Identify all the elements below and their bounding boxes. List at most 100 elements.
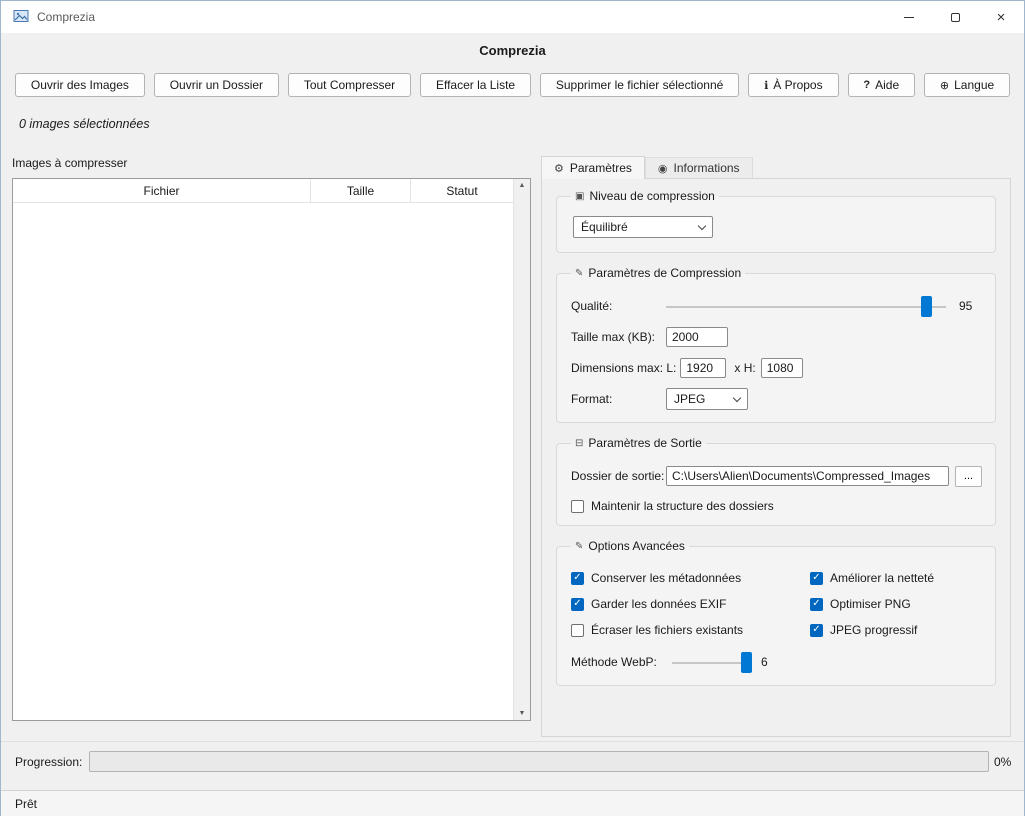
titlebar-left: Comprezia <box>1 8 95 27</box>
keep-metadata-checkbox[interactable]: Conserver les métadonnées <box>571 571 808 585</box>
file-list-label: Images à compresser <box>12 156 128 170</box>
compression-level-legend: ▣ Niveau de compression <box>571 189 719 203</box>
minimize-icon <box>904 16 914 18</box>
compression-params-group: ✎ Paramètres de Compression Qualité: 95 … <box>556 266 996 423</box>
sharpen-label: Améliorer la netteté <box>830 571 935 585</box>
open-folder-label: Ouvrir un Dossier <box>169 78 264 92</box>
compress-all-button[interactable]: Tout Compresser <box>287 73 412 97</box>
quality-slider[interactable] <box>666 295 946 317</box>
globe-icon: ⊕ <box>939 79 950 92</box>
help-label: Aide <box>875 78 900 92</box>
clear-list-button[interactable]: Effacer la Liste <box>420 73 531 97</box>
max-width-input[interactable] <box>680 358 727 378</box>
max-size-row: Taille max (KB): <box>571 326 983 348</box>
open-images-label: Ouvrir des Images <box>30 78 129 92</box>
dimensions-row: Dimensions max: L: x H: <box>571 357 983 379</box>
scroll-up-icon[interactable]: ▲ <box>519 182 526 189</box>
gear-icon: ⚙ <box>554 162 564 175</box>
tab-parametres[interactable]: ⚙ Paramètres <box>541 156 645 179</box>
keep-exif-label: Garder les données EXIF <box>591 597 727 611</box>
webp-slider-track <box>672 661 752 664</box>
tab-parametres-label: Paramètres <box>569 161 632 175</box>
app-heading: Comprezia <box>479 43 546 58</box>
open-images-button[interactable]: Ouvrir des Images <box>15 73 145 97</box>
sharpen-checkbox[interactable]: Améliorer la netteté <box>810 571 983 585</box>
window-title: Comprezia <box>37 10 96 24</box>
quality-value: 95 <box>959 299 973 313</box>
compression-group-icon: ✎ <box>575 267 584 279</box>
webp-method-row: Méthode WebP: 6 <box>571 651 983 673</box>
output-dir-input[interactable] <box>666 466 949 486</box>
level-group-icon: ▣ <box>575 190 585 202</box>
quality-label: Qualité: <box>571 299 613 313</box>
minimize-button[interactable] <box>886 1 932 33</box>
max-size-label: Taille max (KB): <box>571 330 656 344</box>
keep-metadata-label: Conserver les métadonnées <box>591 571 742 585</box>
language-button[interactable]: ⊕ Langue <box>924 73 1011 97</box>
column-header-taille[interactable]: Taille <box>311 179 411 202</box>
webp-slider-thumb[interactable] <box>741 651 752 673</box>
file-table-header: Fichier Taille Statut <box>13 179 513 203</box>
remove-selected-button[interactable]: Supprimer le fichier sélectionné <box>540 73 740 97</box>
separator <box>1 741 1024 742</box>
webp-method-slider[interactable] <box>672 651 752 673</box>
compression-level-select[interactable]: Équilibré <box>573 216 713 238</box>
app-window: Comprezia × Comprezia Ouvrir des Images … <box>0 0 1025 816</box>
close-icon: × <box>996 8 1006 26</box>
checkbox-icon <box>810 597 823 611</box>
format-row: Format: JPEG <box>571 388 983 410</box>
chevron-down-icon <box>732 393 742 402</box>
maximize-button[interactable] <box>932 1 978 33</box>
quality-row: Qualité: 95 <box>571 295 983 317</box>
keep-structure-label: Maintenir la structure des dossiers <box>591 499 774 513</box>
advanced-options-legend: ✎ Options Avancées <box>571 539 689 553</box>
progress-label: Progression: <box>15 755 83 769</box>
compression-level-value: Équilibré <box>581 220 628 234</box>
compression-level-title: Niveau de compression <box>589 189 715 203</box>
format-label: Format: <box>571 392 613 406</box>
advanced-options-title: Options Avancées <box>588 539 685 553</box>
info-icon: ℹ <box>764 79 769 92</box>
max-height-input[interactable] <box>760 358 803 378</box>
language-label: Langue <box>954 78 995 92</box>
about-button[interactable]: ℹ À Propos <box>748 73 839 97</box>
progressive-jpeg-label: JPEG progressif <box>830 623 918 637</box>
advanced-options-group: ✎ Options Avancées Conserver les métadon… <box>556 539 996 686</box>
tab-informations-label: Informations <box>673 161 740 175</box>
chevron-down-icon <box>697 221 707 230</box>
clear-list-label: Effacer la Liste <box>435 78 516 92</box>
close-button[interactable]: × <box>978 1 1024 33</box>
output-params-group: ⊟ Paramètres de Sortie Dossier de sortie… <box>556 436 996 526</box>
vertical-scrollbar[interactable]: ▲ ▼ <box>513 179 530 720</box>
output-params-legend: ⊟ Paramètres de Sortie <box>571 436 706 450</box>
format-select[interactable]: JPEG <box>666 388 748 410</box>
help-button[interactable]: ? Aide <box>847 73 916 97</box>
progressive-jpeg-checkbox[interactable]: JPEG progressif <box>810 623 983 637</box>
webp-method-value: 6 <box>761 655 768 669</box>
checkbox-icon <box>571 571 584 585</box>
scroll-down-icon[interactable]: ▼ <box>519 710 526 717</box>
compression-params-title: Paramètres de Compression <box>588 266 742 280</box>
checkbox-icon <box>571 499 584 513</box>
output-group-icon: ⊟ <box>575 437 584 449</box>
quality-slider-thumb[interactable] <box>921 295 932 317</box>
output-dir-row: Dossier de sortie: ... <box>571 465 983 487</box>
column-header-statut[interactable]: Statut <box>411 179 513 202</box>
overwrite-checkbox[interactable]: Écraser les fichiers existants <box>571 623 808 637</box>
remove-selected-label: Supprimer le fichier sélectionné <box>555 78 724 92</box>
file-table-main: Fichier Taille Statut <box>13 179 513 720</box>
height-label: x H: <box>734 361 756 375</box>
dimensions-label: Dimensions max: L: <box>571 361 677 375</box>
keep-structure-checkbox[interactable]: Maintenir la structure des dossiers <box>571 499 983 513</box>
webp-method-label: Méthode WebP: <box>571 655 657 669</box>
optimize-png-checkbox[interactable]: Optimiser PNG <box>810 597 983 611</box>
checkbox-icon <box>810 623 823 637</box>
browse-button[interactable]: ... <box>955 465 982 487</box>
keep-exif-checkbox[interactable]: Garder les données EXIF <box>571 597 808 611</box>
column-header-fichier[interactable]: Fichier <box>13 179 311 202</box>
statusbar: Prêt <box>1 790 1024 816</box>
max-size-input[interactable] <box>666 327 728 347</box>
tab-informations[interactable]: ◉ Informations <box>644 157 753 178</box>
checkbox-icon <box>571 623 584 637</box>
open-folder-button[interactable]: Ouvrir un Dossier <box>153 73 279 97</box>
